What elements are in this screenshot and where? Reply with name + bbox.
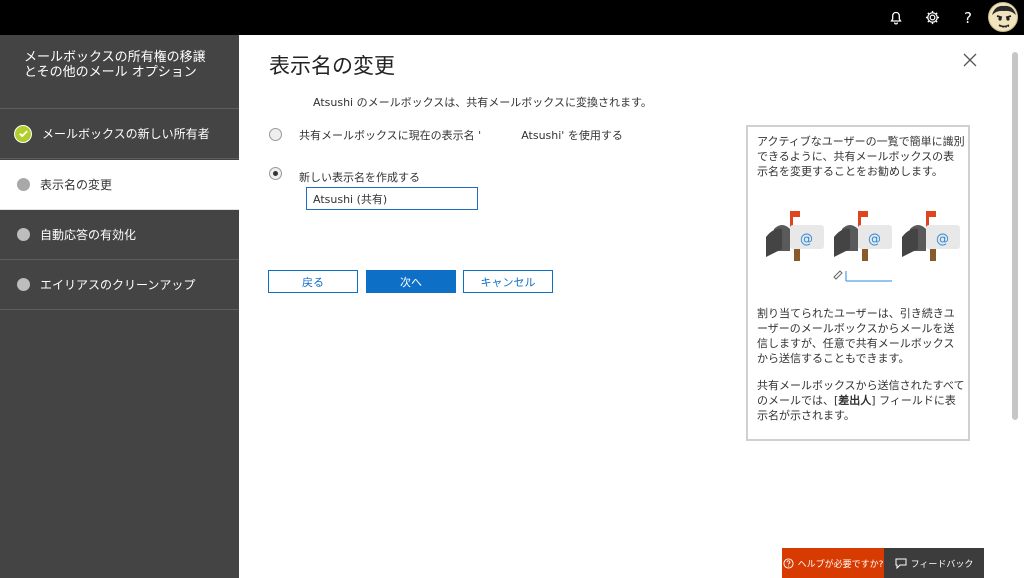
svg-text:@: @ bbox=[868, 232, 881, 247]
feedback-button[interactable]: フィードバック bbox=[884, 548, 984, 578]
step-label: 自動応答の有効化 bbox=[40, 228, 137, 242]
display-name-input[interactable] bbox=[306, 187, 478, 210]
option-label: 共有メールボックスに現在の表示名 ' Atsushi' を使用する bbox=[299, 129, 623, 142]
step-dot-icon bbox=[17, 178, 30, 191]
option-label: 新しい表示名を作成する bbox=[299, 171, 420, 184]
panel-text-2: 割り当てられたユーザーは、引き続きユーザーのメールボックスからメールを送信します… bbox=[757, 307, 955, 365]
mailbox-icon: @ bbox=[766, 211, 824, 261]
help-button[interactable]: ヘルプが必要ですか? bbox=[782, 548, 884, 578]
help-circle-icon bbox=[783, 557, 794, 569]
radio-button[interactable] bbox=[269, 128, 282, 141]
bell-icon[interactable] bbox=[881, 0, 911, 35]
gear-icon[interactable] bbox=[917, 0, 947, 35]
feedback-icon bbox=[895, 558, 907, 569]
cancel-button[interactable]: キャンセル bbox=[463, 270, 553, 293]
top-bar: ? bbox=[0, 0, 1024, 35]
close-icon bbox=[963, 53, 977, 67]
mailbox-icon: @ bbox=[902, 211, 960, 261]
option-keep-current-name[interactable]: 共有メールボックスに現在の表示名 ' Atsushi' を使用する bbox=[269, 127, 623, 143]
step-alias-cleanup[interactable]: エイリアスのクリーンアップ bbox=[0, 260, 239, 310]
step-label: エイリアスのクリーンアップ bbox=[40, 278, 196, 292]
mailbox-icon: @ bbox=[834, 211, 892, 261]
step-new-owner[interactable]: メールボックスの新しい所有者 bbox=[0, 109, 239, 159]
info-panel: アクティブなユーザーの一覧で簡単に識別できるように、共有メールボックスの表示名を… bbox=[746, 125, 970, 441]
option-new-name[interactable]: 新しい表示名を作成する bbox=[269, 166, 420, 185]
step-auto-reply[interactable]: 自動応答の有効化 bbox=[0, 210, 239, 260]
panel-text-3: 共有メールボックスから送信されたすべてのメールでは、[差出人] フィールドに表示… bbox=[757, 379, 965, 422]
step-change-display-name[interactable]: 表示名の変更 bbox=[0, 160, 239, 210]
step-dot-icon bbox=[17, 228, 30, 241]
step-dot-icon bbox=[17, 278, 30, 291]
help-icon[interactable]: ? bbox=[953, 0, 983, 35]
next-button[interactable]: 次へ bbox=[366, 270, 456, 293]
step-label: メールボックスの新しい所有者 bbox=[42, 127, 210, 141]
checkmark-icon bbox=[14, 124, 32, 143]
wizard-sidebar: メールボックスの所有権の移譲 とその他のメール オプション メールボックスの新し… bbox=[0, 35, 239, 578]
mailbox-illustration: @ @ @ bbox=[766, 211, 960, 282]
panel-text-1: アクティブなユーザーの一覧で簡単に識別できるように、共有メールボックスの表示名を… bbox=[757, 135, 965, 178]
close-button[interactable] bbox=[960, 50, 980, 70]
page-title: 表示名の変更 bbox=[269, 54, 395, 78]
wizard-title: メールボックスの所有権の移譲 とその他のメール オプション bbox=[24, 50, 206, 80]
pencil-icon bbox=[833, 270, 892, 282]
conversion-info: Atsushi のメールボックスは、共有メールボックスに変換されます。 bbox=[313, 96, 652, 109]
scrollbar[interactable] bbox=[1012, 52, 1018, 420]
svg-text:@: @ bbox=[800, 232, 813, 247]
radio-button-selected[interactable] bbox=[269, 167, 282, 180]
back-button[interactable]: 戻る bbox=[268, 270, 358, 293]
svg-text:@: @ bbox=[936, 232, 949, 247]
step-label: 表示名の変更 bbox=[40, 178, 113, 192]
avatar[interactable] bbox=[988, 2, 1018, 32]
